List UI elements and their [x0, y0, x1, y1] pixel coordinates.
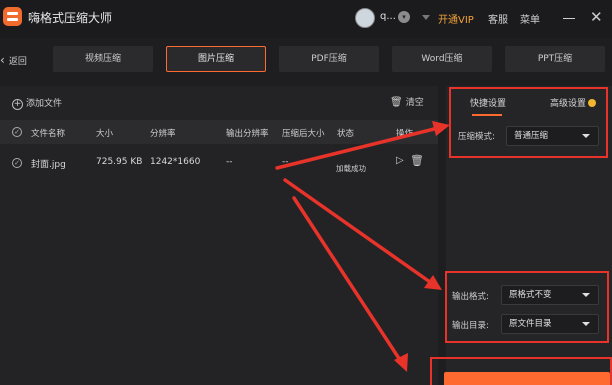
annotation-arrow-2	[283, 178, 432, 284]
annotation-arrow-head-1	[432, 121, 450, 136]
annotation-arrow-1	[275, 126, 440, 170]
annotation-arrows	[275, 121, 450, 372]
annotation-arrow-head-2	[424, 275, 442, 290]
